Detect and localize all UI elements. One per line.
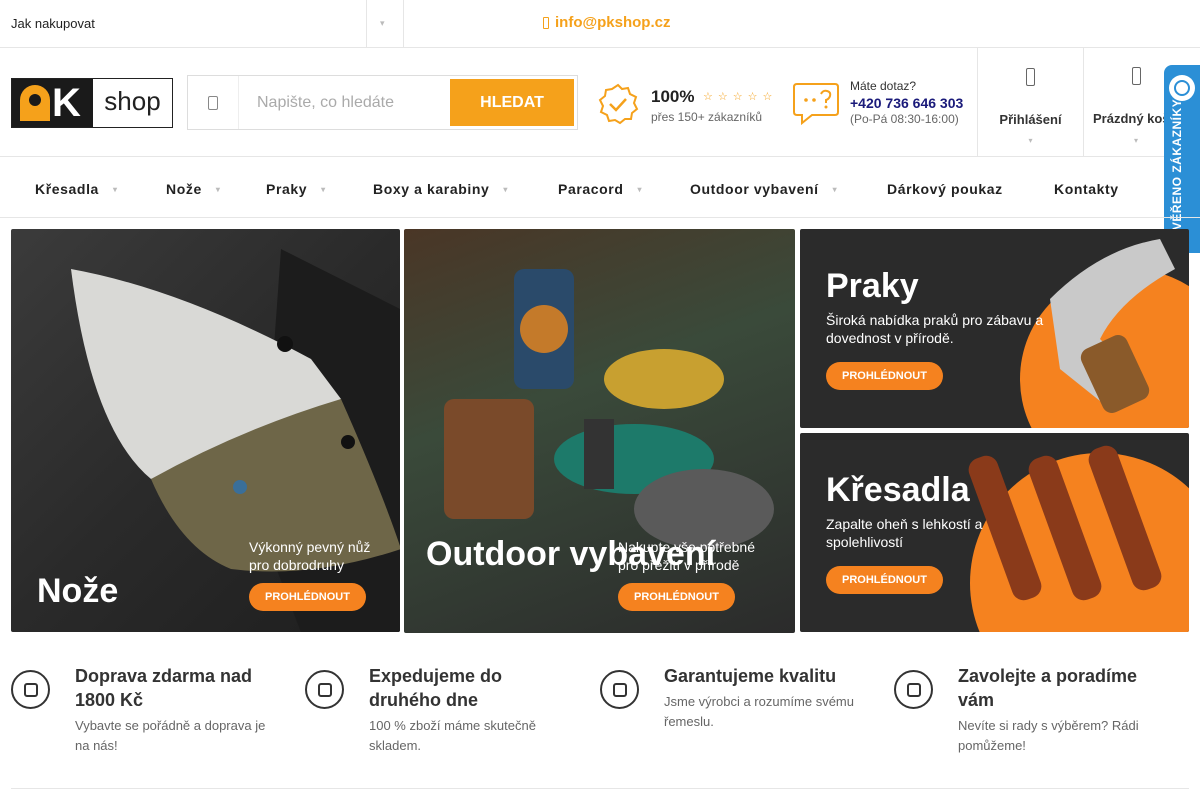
- nav-item-kresadla[interactable]: Křesadla ▾: [35, 181, 118, 197]
- search-bar: HLEDAT: [187, 75, 578, 130]
- feature-desc: Nevíte si rady s výběrem? Rádi pomůžeme!: [958, 718, 1139, 753]
- logo-mark: K: [12, 79, 93, 127]
- banner-slingshots-cta[interactable]: PROHLÉDNOUT: [826, 362, 943, 390]
- rating-customers: přes 150+ zákazníků: [651, 110, 763, 124]
- nav-item-praky[interactable]: Praky ▾: [266, 181, 326, 197]
- box-check-icon: [600, 670, 639, 709]
- truck-icon: [305, 670, 344, 709]
- search-input[interactable]: [240, 76, 450, 129]
- banner-outdoor[interactable]: Outdoor vybavení Nakupte vše potřebné pr…: [404, 229, 795, 633]
- banner-slingshots-title: Praky: [826, 267, 919, 305]
- divider: [11, 788, 1189, 789]
- logo[interactable]: K shop: [11, 78, 173, 128]
- chevron-down-icon: ▾: [215, 185, 221, 194]
- banner-knives[interactable]: Výkonný pevný nůž pro dobrodruhy Nože PR…: [11, 229, 400, 632]
- user-icon: [978, 68, 1083, 86]
- chevron-down-icon: ▾: [112, 185, 118, 194]
- chat-bubble-icon: [793, 83, 839, 126]
- top-bar: Jak nakupovat ▾ info@pkshop.cz: [0, 0, 1200, 48]
- feature-title: Doprava zdarma nad 1800 Kč: [75, 666, 253, 710]
- feature-title: Garantujeme kvalitu: [664, 666, 837, 686]
- banner-slingshots-text: Široká nabídka praků pro zábavu a dovedn…: [826, 312, 1044, 347]
- banner-firesteels-text: Zapalte oheň s lehkostí a spolehlivostí: [826, 516, 983, 551]
- banner-knives-text: Výkonný pevný nůž pro dobrodruhy: [249, 539, 371, 574]
- banner-firesteels-cta[interactable]: PROHLÉDNOUT: [826, 566, 943, 594]
- nav-item-voucher[interactable]: Dárkový poukaz: [887, 181, 1003, 197]
- feature-desc: Jsme výrobci a rozumíme svému řemeslu.: [664, 694, 854, 729]
- divider: [366, 0, 367, 48]
- phone-icon: [894, 670, 933, 709]
- thumbs-up-icon: [11, 670, 50, 709]
- nav-item-paracord[interactable]: Paracord ▾: [558, 181, 642, 197]
- login-label: Přihlášení: [999, 112, 1062, 127]
- contact-question: Máte dotaz?: [850, 79, 917, 93]
- nav-label: Praky: [266, 181, 308, 197]
- feature-desc: 100 % zboží máme skutečně skladem.: [369, 718, 536, 753]
- banner-firesteels[interactable]: Křesadla Zapalte oheň s lehkostí a spole…: [800, 433, 1189, 632]
- email-link[interactable]: info@pkshop.cz: [543, 14, 670, 31]
- banner-slingshots[interactable]: Praky Široká nabídka praků pro zábavu a …: [800, 229, 1189, 428]
- phone-icon: [543, 16, 549, 29]
- how-to-buy-link[interactable]: Jak nakupovat: [11, 16, 95, 31]
- features-strip: Doprava zdarma nad 1800 Kč Vybavte se po…: [0, 660, 1200, 790]
- contact-hours: (Po-Pá 08:30-16:00): [850, 112, 959, 126]
- search-button[interactable]: HLEDAT: [450, 79, 574, 126]
- verified-badge-icon: [598, 83, 639, 125]
- nav-label: Dárkový poukaz: [887, 181, 1003, 197]
- nav-item-outdoor[interactable]: Outdoor vybavení ▾: [690, 181, 837, 197]
- feature-title: Expedujeme do druhého dne: [369, 666, 503, 710]
- contact-phone[interactable]: +420 736 646 303: [850, 95, 963, 111]
- feature-title: Zavolejte a poradíme vám: [958, 666, 1138, 710]
- logo-p-shape: [20, 85, 50, 121]
- nav-label: Kontakty: [1054, 181, 1119, 197]
- nav-item-noze[interactable]: Nože ▾: [166, 181, 220, 197]
- banner-knives-cta[interactable]: PROHLÉDNOUT: [249, 583, 366, 611]
- main-nav: Křesadla ▾ Nože ▾ Praky ▾ Boxy a karabiny ▾ …: [0, 158, 1200, 218]
- login-button[interactable]: Přihlášení ▾: [977, 48, 1083, 157]
- feature-desc: Vybavte se pořádně a doprava je na nás!: [75, 718, 266, 753]
- rating-percent: 100%: [651, 87, 695, 106]
- nav-item-boxy[interactable]: Boxy a karabiny ▾: [373, 181, 508, 197]
- chevron-down-icon: ▾: [832, 185, 838, 194]
- nav-label: Paracord: [558, 181, 624, 197]
- chevron-down-icon: ▾: [637, 185, 643, 194]
- nav-label: Outdoor vybavení: [690, 181, 819, 197]
- banner-outdoor-cta[interactable]: PROHLÉDNOUT: [618, 583, 735, 611]
- chevron-down-icon: ▾: [503, 185, 509, 194]
- chevron-down-icon: ▾: [1028, 136, 1033, 145]
- nav-label: Boxy a karabiny: [373, 181, 490, 197]
- logo-word: shop: [104, 85, 161, 116]
- nav-item-contacts[interactable]: Kontakty: [1054, 181, 1119, 197]
- banner-outdoor-text: Nakupte vše potřebné pro přežití v příro…: [618, 539, 755, 574]
- seal-icon: [1169, 75, 1195, 101]
- search-icon: [188, 76, 239, 129]
- chevron-down-icon[interactable]: ▾: [380, 18, 385, 29]
- rating-stars: ☆☆☆☆☆: [703, 91, 778, 103]
- logo-k: K: [52, 81, 81, 125]
- nav-label: Nože: [166, 181, 202, 197]
- banner-firesteels-title: Křesadla: [826, 471, 970, 509]
- banner-knives-title: Nože: [37, 572, 119, 610]
- header: K shop HLEDAT 100% ☆☆☆☆☆ přes 150+ zákaz…: [0, 48, 1200, 157]
- email-text: info@pkshop.cz: [555, 14, 671, 31]
- chevron-down-icon: ▾: [321, 185, 326, 194]
- nav-label: Křesadla: [35, 181, 99, 197]
- divider: [403, 0, 404, 48]
